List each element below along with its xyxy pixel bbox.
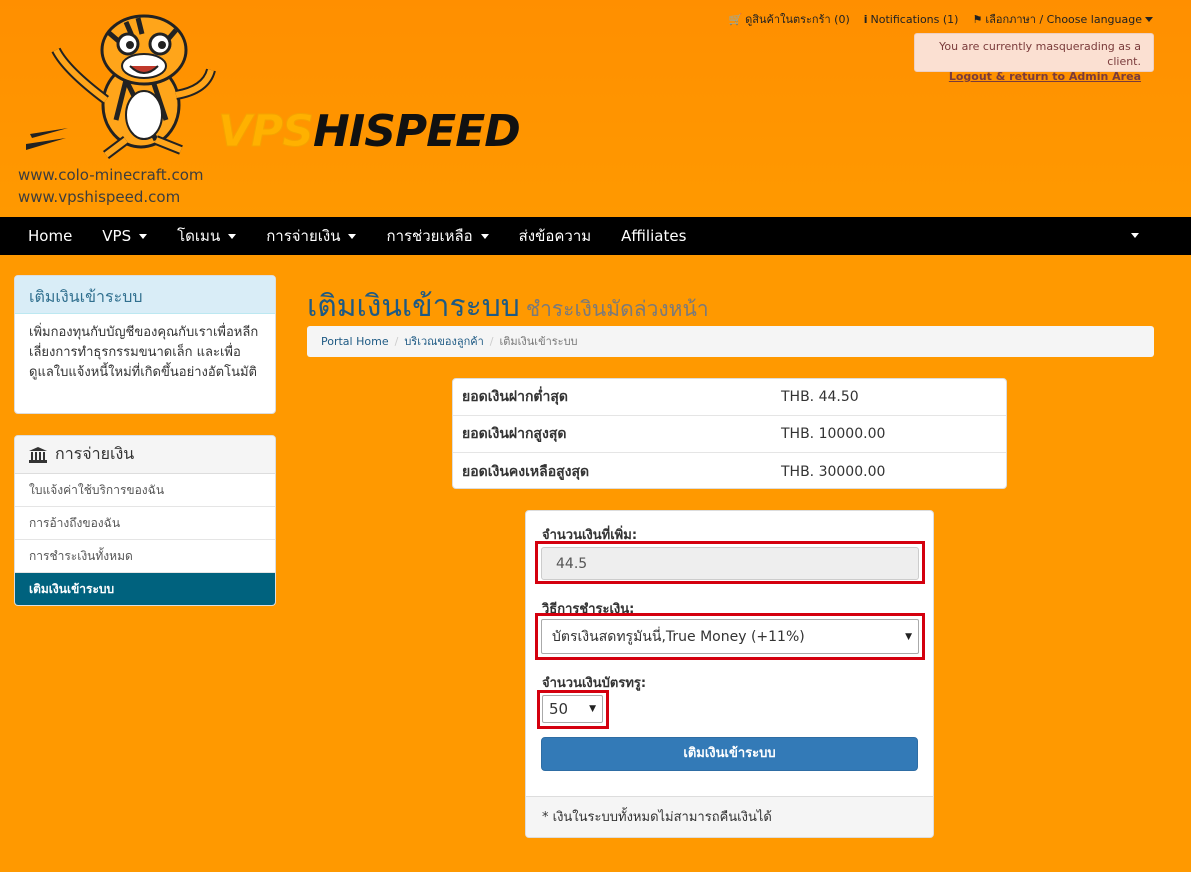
limit-value: THB. 30000.00 (781, 463, 886, 480)
limit-value: THB. 44.50 (781, 389, 859, 405)
nav-label: Affiliates (621, 227, 687, 245)
amount-input[interactable]: 44.5 (541, 547, 919, 580)
logout-admin-link[interactable]: Logout & return to Admin Area (915, 69, 1141, 84)
deposit-limits-table: ยอดเงินฝากต่ำสุด THB. 44.50 ยอดเงินฝากสู… (452, 378, 1007, 489)
card-amount-value: 50 (549, 700, 569, 718)
nav-billing[interactable]: การจ่ายเงิน (251, 224, 371, 248)
sidebar-item-add-funds[interactable]: เติมเงินเข้าระบบ (15, 573, 275, 605)
nav-support[interactable]: การช่วยเหลือ (371, 224, 503, 248)
limit-label: ยอดเงินฝากต่ำสุด (462, 389, 569, 405)
breadcrumb-separator: / (489, 335, 494, 348)
nav-home[interactable]: Home (0, 227, 87, 245)
site-link-vpshispeed[interactable]: www.vpshispeed.com (18, 186, 203, 208)
dropdown-arrow-icon: ▼ (905, 631, 912, 642)
notifications-label: Notifications (1) (870, 12, 959, 26)
breadcrumb-separator: / (394, 335, 399, 348)
table-row: ยอดเงินฝากต่ำสุด THB. 44.50 (453, 379, 1006, 416)
nav-label: VPS (102, 227, 132, 245)
masquerade-text: You are currently masquerading as a clie… (939, 40, 1141, 68)
cart-icon: 🛒 (728, 12, 743, 26)
notifications-link[interactable]: i Notifications (1) (864, 13, 959, 26)
breadcrumb-portal-home[interactable]: Portal Home (321, 335, 389, 348)
page-subtitle: ชำระเงินมัดล่วงหน้า (525, 297, 709, 321)
billing-panel-header: การจ่ายเงิน (15, 436, 275, 474)
page-title-main: เติมเงินเข้าระบบ (307, 289, 520, 324)
refund-note: * เงินในระบบทั้งหมดไม่สามารถคืนเงินได้ (526, 796, 933, 837)
tiger-mascot-icon (26, 14, 216, 159)
logo-part-hispeed: HISPEED (313, 106, 521, 157)
billing-panel-title: การจ่ายเงิน (55, 444, 135, 463)
chevron-down-icon (480, 233, 489, 239)
breadcrumb: Portal Home / บริเวณของลูกค้า / เติมเงินเข้า… (307, 326, 1154, 357)
payment-method-value: บัตรเงินสดทรูมันนี่,True Money (+11%) (552, 628, 805, 645)
billing-panel: การจ่ายเงิน ใบแจ้งค่าใช้บริการของฉัน การ… (14, 435, 276, 606)
limit-value: THB. 10000.00 (781, 426, 886, 442)
chevron-down-icon (1145, 16, 1153, 22)
nav-domains[interactable]: โดเมน (162, 224, 251, 248)
chevron-down-icon (139, 233, 148, 239)
brand-logo[interactable]: VPSHISPEED (218, 104, 521, 160)
cart-link[interactable]: 🛒 ดูสินค้าในตระกร้า (0) (728, 10, 849, 28)
top-utility-bar: 🛒 ดูสินค้าในตระกร้า (0) i Notifications (1… (728, 10, 1153, 28)
dropdown-arrow-icon: ▼ (589, 704, 596, 714)
cart-label: ดูสินค้าในตระกร้า (0) (745, 13, 850, 26)
main-navbar: Home VPS โดเมน การจ่ายเงิน การช่วยเหลือ … (0, 217, 1191, 255)
card-amount-select[interactable]: 50 ▼ (542, 695, 603, 723)
site-header: VPSHISPEED www.colo-minecraft.com www.vp… (0, 0, 1191, 217)
page-title: เติมเงินเข้าระบบ ชำระเงินมัดล่วงหน้า (307, 283, 709, 330)
nav-vps[interactable]: VPS (87, 227, 162, 245)
site-link-colo[interactable]: www.colo-minecraft.com (18, 164, 203, 186)
table-row: ยอดเงินฝากสูงสุด THB. 10000.00 (453, 416, 1006, 453)
bank-icon (29, 446, 47, 463)
account-menu-chevron-icon[interactable] (1131, 233, 1139, 238)
sidebar-item-mass-pay[interactable]: การชำระเงินทั้งหมด (15, 540, 275, 573)
nav-affiliates[interactable]: Affiliates (606, 227, 701, 245)
masquerade-alert: You are currently masquerading as a clie… (914, 33, 1154, 83)
nav-label: Home (28, 227, 73, 245)
chevron-down-icon (348, 233, 357, 239)
breadcrumb-current: เติมเงินเข้าระบบ (499, 335, 578, 348)
limit-label: ยอดเงินฝากสูงสุด (462, 426, 567, 442)
limit-label: ยอดเงินคงเหลือสูงสุด (462, 463, 590, 480)
nav-label: การจ่ายเงิน (266, 227, 341, 245)
nav-open-ticket[interactable]: ส่งข้อความ (504, 224, 607, 248)
nav-label: โดเมน (177, 227, 221, 245)
table-row: ยอดเงินคงเหลือสูงสุด THB. 30000.00 (453, 453, 1006, 488)
nav-label: ส่งข้อความ (518, 227, 592, 245)
nav-label: การช่วยเหลือ (386, 227, 473, 245)
add-funds-description: เพิ่มกองทุนกับบัญชีของคุณกับเราเพื่อหลีก… (29, 325, 259, 380)
breadcrumb-client-area[interactable]: บริเวณของลูกค้า (404, 335, 483, 348)
site-links: www.colo-minecraft.com www.vpshispeed.co… (18, 164, 203, 208)
language-label: เลือกภาษา / Choose language (985, 13, 1142, 26)
add-funds-button[interactable]: เติมเงินเข้าระบบ (541, 737, 918, 771)
info-icon: i (863, 12, 868, 26)
flag-icon: ⚑ (972, 12, 983, 26)
logo-part-vps: VPS (218, 106, 315, 158)
language-selector[interactable]: ⚑ เลือกภาษา / Choose language (972, 10, 1153, 28)
sidebar-item-quotes[interactable]: การอ้างถึงของฉัน (15, 507, 275, 540)
chevron-down-icon (228, 233, 237, 239)
sidebar-item-invoices[interactable]: ใบแจ้งค่าใช้บริการของฉัน (15, 474, 275, 507)
add-funds-panel-title: เติมเงินเข้าระบบ (15, 276, 275, 314)
add-funds-form: จำนวนเงินที่เพิ่ม: 44.5 วิธีการชำระเงิน:… (525, 510, 934, 838)
add-funds-info-panel: เติมเงินเข้าระบบ เพิ่มกองทุนกับบัญชีของค… (14, 275, 276, 414)
payment-method-select[interactable]: บัตรเงินสดทรูมันนี่,True Money (+11%) ▼ (541, 619, 919, 654)
